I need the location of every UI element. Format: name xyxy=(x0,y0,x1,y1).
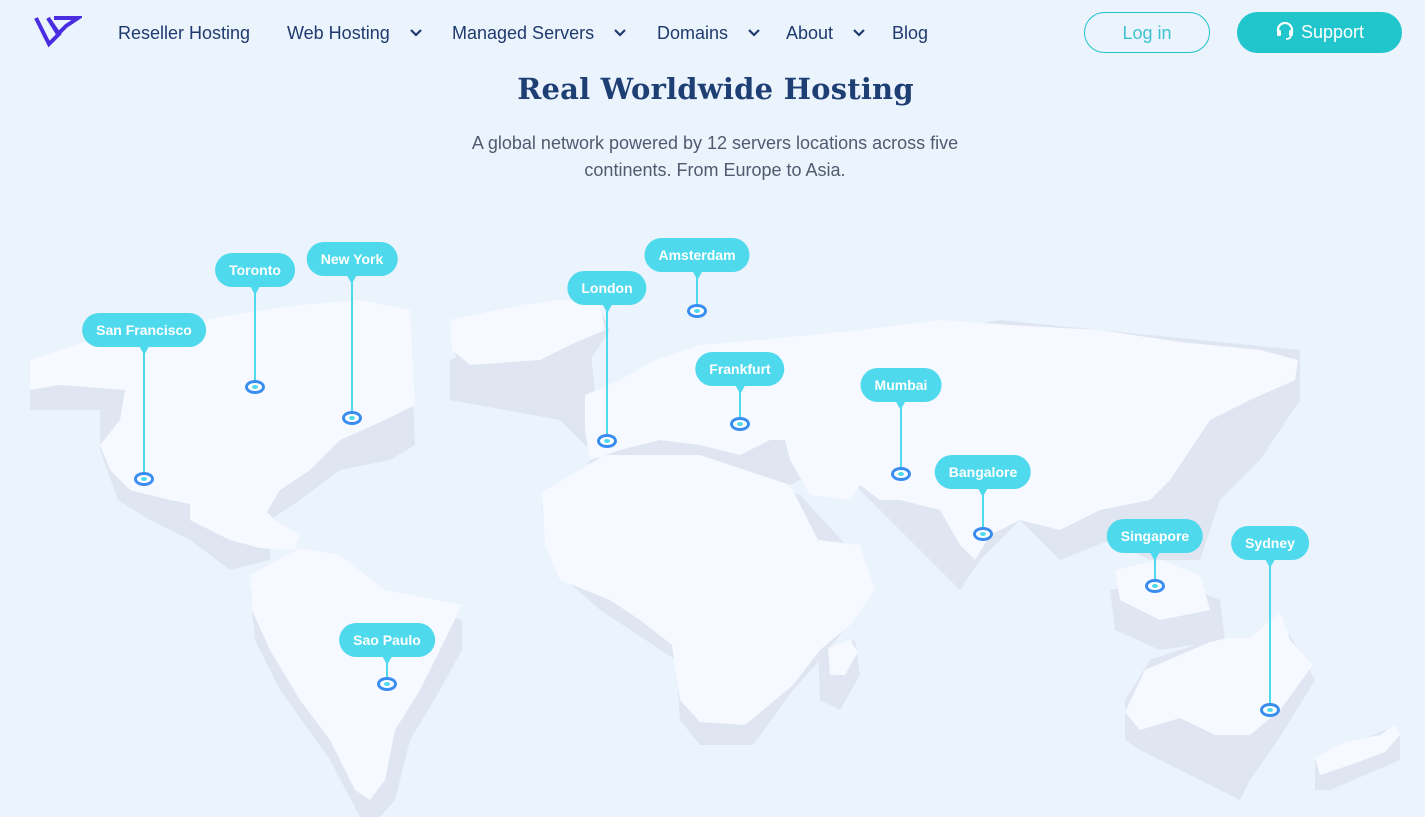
nav-domains[interactable]: Domains xyxy=(657,20,761,46)
chevron-down-icon xyxy=(409,29,422,37)
support-button[interactable]: Support xyxy=(1237,12,1402,53)
location-marker-icon[interactable] xyxy=(597,434,617,448)
nav-label: Blog xyxy=(892,23,929,43)
pin-label-sao-paulo[interactable]: Sao Paulo xyxy=(339,623,435,665)
location-marker-icon[interactable] xyxy=(1260,703,1280,717)
nav-label: Managed Servers xyxy=(452,23,595,43)
chevron-down-icon xyxy=(614,29,626,37)
location-marker-icon[interactable] xyxy=(134,472,154,486)
headset-icon xyxy=(1276,22,1294,41)
page-subtitle: A global network powered by 12 servers l… xyxy=(471,133,959,180)
support-label: Support xyxy=(1300,22,1365,42)
pin-label-san-francisco[interactable]: San Francisco xyxy=(82,313,206,355)
chevron-down-icon xyxy=(853,29,865,37)
pin-label-bangalore[interactable]: Bangalore xyxy=(934,455,1032,497)
pin-label-new-york[interactable]: New York xyxy=(306,242,398,284)
pin-label-amsterdam[interactable]: Amsterdam xyxy=(644,238,750,280)
nav-label: Web Hosting xyxy=(287,23,390,43)
pin-label-london[interactable]: London xyxy=(567,271,647,313)
pin-line-new-york xyxy=(351,282,353,418)
location-marker-icon[interactable] xyxy=(891,467,911,481)
location-marker-icon[interactable] xyxy=(245,380,265,394)
nav-web-hosting[interactable]: Web Hosting xyxy=(287,20,423,46)
location-marker-icon[interactable] xyxy=(1145,579,1165,593)
pin-line-san-francisco xyxy=(143,353,145,479)
location-marker-icon[interactable] xyxy=(342,411,362,425)
logo-icon[interactable] xyxy=(34,14,82,50)
nav-about[interactable]: About xyxy=(786,20,866,46)
page-title: Real Worldwide Hosting xyxy=(517,72,914,106)
location-marker-icon[interactable] xyxy=(730,417,750,431)
nav-managed-servers[interactable]: Managed Servers xyxy=(452,20,627,46)
pin-line-toronto xyxy=(254,293,256,387)
nav-blog[interactable]: Blog xyxy=(892,20,928,46)
chevron-down-icon xyxy=(748,29,760,37)
pin-line-sydney xyxy=(1269,566,1271,710)
nav-label: Reseller Hosting xyxy=(118,23,251,43)
nav-reseller-hosting[interactable]: Reseller Hosting xyxy=(118,20,250,46)
pin-label-sydney[interactable]: Sydney xyxy=(1231,526,1309,568)
pin-label-mumbai[interactable]: Mumbai xyxy=(860,368,942,410)
top-nav: Reseller Hosting Web Hosting Managed Ser… xyxy=(0,0,1425,66)
location-marker-icon[interactable] xyxy=(973,527,993,541)
pin-label-frankfurt[interactable]: Frankfurt xyxy=(695,352,785,394)
nav-label: Domains xyxy=(657,23,729,43)
world-map xyxy=(30,300,1400,817)
login-button[interactable]: Log in xyxy=(1084,12,1210,53)
pin-line-london xyxy=(606,311,608,441)
pin-line-mumbai xyxy=(900,408,902,474)
location-marker-icon[interactable] xyxy=(377,677,397,691)
location-marker-icon[interactable] xyxy=(687,304,707,318)
pin-label-toronto[interactable]: Toronto xyxy=(215,253,295,295)
pin-label-singapore[interactable]: Singapore xyxy=(1106,519,1204,561)
nav-label: About xyxy=(786,23,834,43)
